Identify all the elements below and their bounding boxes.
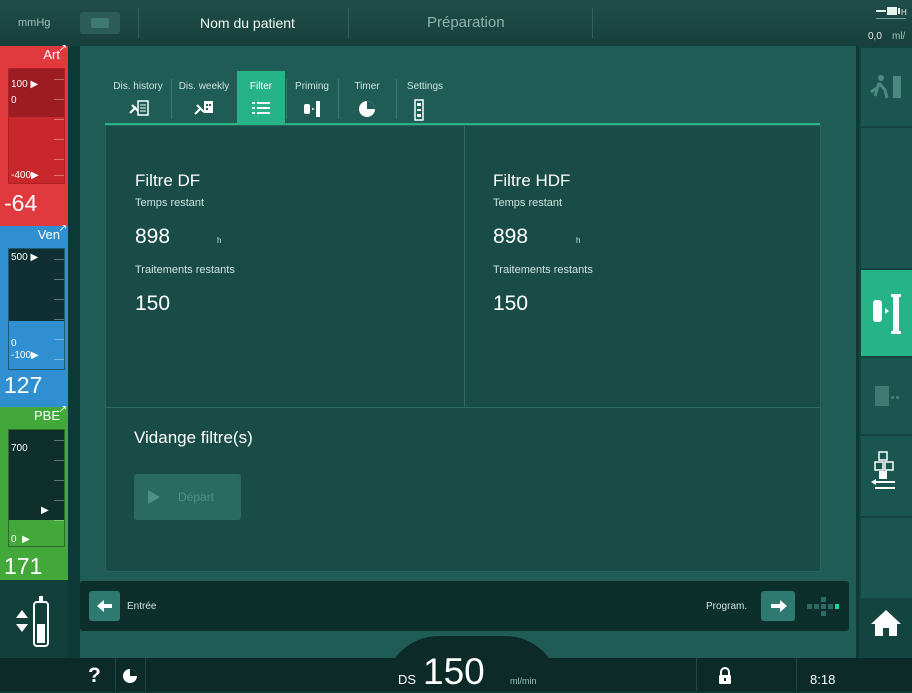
tab-dis-history[interactable]: Dis. history (105, 71, 171, 125)
arterial-upper-limit: 100 ▶ (11, 79, 39, 90)
venous-upper-limit: 500 ▶ (11, 252, 39, 263)
expand-arrow-icon: ↗ (58, 223, 67, 234)
flow-unit: ml/ (892, 31, 906, 42)
patient-walk-icon (870, 75, 901, 99)
priming-icon (301, 99, 323, 122)
arrow-left-icon (97, 600, 112, 612)
timer-icon[interactable] (121, 667, 139, 690)
drain-start-button[interactable]: Départ (134, 474, 241, 520)
previous-step-button[interactable] (89, 591, 120, 621)
pbe-lower-limit: 0 ▶ (11, 534, 30, 545)
df-time-unit: h (217, 236, 222, 245)
next-step-button[interactable] (761, 591, 795, 621)
venous-value: 127 (4, 372, 43, 398)
hdf-filter-title: Filtre HDF (493, 171, 571, 190)
previous-step-label: Entrée (127, 601, 157, 612)
pressure-column: Art ↗ 100 ▶ 0 -400▶ -64 Ven ↗ 500 ▶ 0 -100… (0, 43, 68, 658)
empty-function-slot (861, 128, 912, 268)
pbe-upper-limit: 700 (11, 443, 28, 454)
right-function-column (859, 46, 912, 658)
df-treatments-label: Traitements restants (135, 264, 235, 276)
level-adjust-button[interactable] (0, 590, 68, 658)
tab-timer[interactable]: Timer (339, 71, 395, 125)
hdf-time-value: 898 (493, 225, 529, 248)
home-icon (871, 610, 901, 636)
pressure-unit-label: mmHg (18, 17, 51, 29)
df-time-value: 898 (135, 225, 171, 248)
filter-change-icon (875, 386, 899, 406)
patient-name[interactable]: Nom du patient (200, 15, 295, 31)
help-button[interactable]: ? (88, 664, 101, 688)
hdf-time-unit: h (576, 236, 581, 245)
circulation-function-button[interactable] (861, 436, 912, 516)
ds-label: DS (398, 672, 417, 687)
arterial-pressure-panel[interactable]: Art ↗ 100 ▶ 0 -400▶ -64 (0, 43, 68, 226)
arterial-value: -64 (4, 190, 38, 216)
tab-filter[interactable]: Filter (237, 71, 285, 125)
expand-arrow-icon: ↗ (58, 404, 67, 415)
pbe-pressure-panel[interactable]: PBE ↗ 700 ▶ 0 ▶ 171 (0, 404, 68, 580)
arterial-label: Art (43, 47, 60, 62)
tab-priming[interactable]: Priming (287, 71, 337, 125)
clock: 8:18 (810, 672, 836, 687)
next-step-label: Program. (706, 601, 748, 612)
play-icon (148, 490, 160, 504)
hdf-time-label: Temps restant (493, 197, 563, 209)
patient-connect-button[interactable] (861, 48, 912, 126)
home-button[interactable] (861, 600, 912, 658)
venous-lower-a: 0 (11, 338, 17, 349)
hdf-treatments-label: Traitements restants (493, 264, 593, 276)
pbe-value: 171 (4, 553, 43, 579)
circulation-icon (871, 451, 895, 489)
df-time-label: Temps restant (135, 197, 205, 209)
filter-list-icon (250, 99, 272, 120)
svg-text:H: H (901, 8, 907, 17)
pbe-marker-icon: ▶ (41, 505, 49, 516)
filter-function-button[interactable] (861, 358, 912, 434)
venous-label: Ven (37, 227, 60, 242)
arterial-lower-limit: -400▶ (11, 170, 39, 181)
ds-unit: ml/min (510, 676, 537, 686)
flow-rate-icon: H (871, 3, 911, 34)
timer-icon (357, 99, 377, 122)
patient-card-icon[interactable] (80, 12, 120, 34)
ds-value: 150 (423, 651, 485, 692)
priming-function-button[interactable] (861, 270, 912, 356)
step-progress-icon (805, 595, 839, 624)
lock-icon[interactable] (717, 666, 733, 691)
settings-device-icon (413, 99, 425, 124)
priming-icon (873, 294, 901, 334)
panel-divider-horizontal (106, 407, 820, 408)
venous-lower-limit: -100▶ (11, 350, 39, 361)
df-filter-title: Filtre DF (135, 171, 201, 190)
df-treatments-value: 150 (135, 292, 171, 315)
level-adjust-icon (16, 596, 49, 647)
tab-settings[interactable]: Settings (397, 71, 453, 125)
flow-value: 0,0 (868, 31, 882, 42)
pbe-label: PBE (33, 408, 60, 423)
arrow-right-icon (771, 600, 787, 612)
disinfection-weekly-icon (193, 99, 215, 120)
arterial-upper-sub: 0 (11, 95, 17, 106)
venous-pressure-panel[interactable]: Ven ↗ 500 ▶ 0 -100▶ 127 (0, 223, 68, 407)
drain-filter-title: Vidange filtre(s) (134, 428, 253, 447)
disinfection-history-icon (127, 99, 149, 120)
tab-dis-weekly[interactable]: Dis. weekly (172, 71, 236, 125)
empty-function-slot (861, 518, 912, 598)
expand-arrow-icon: ↗ (58, 43, 67, 54)
top-bar: mmHg Nom du patient Préparation H 0,0 ml… (0, 0, 912, 46)
hdf-treatments-value: 150 (493, 292, 529, 315)
panel-divider-vertical (464, 126, 465, 407)
therapy-phase: Préparation (427, 14, 505, 31)
